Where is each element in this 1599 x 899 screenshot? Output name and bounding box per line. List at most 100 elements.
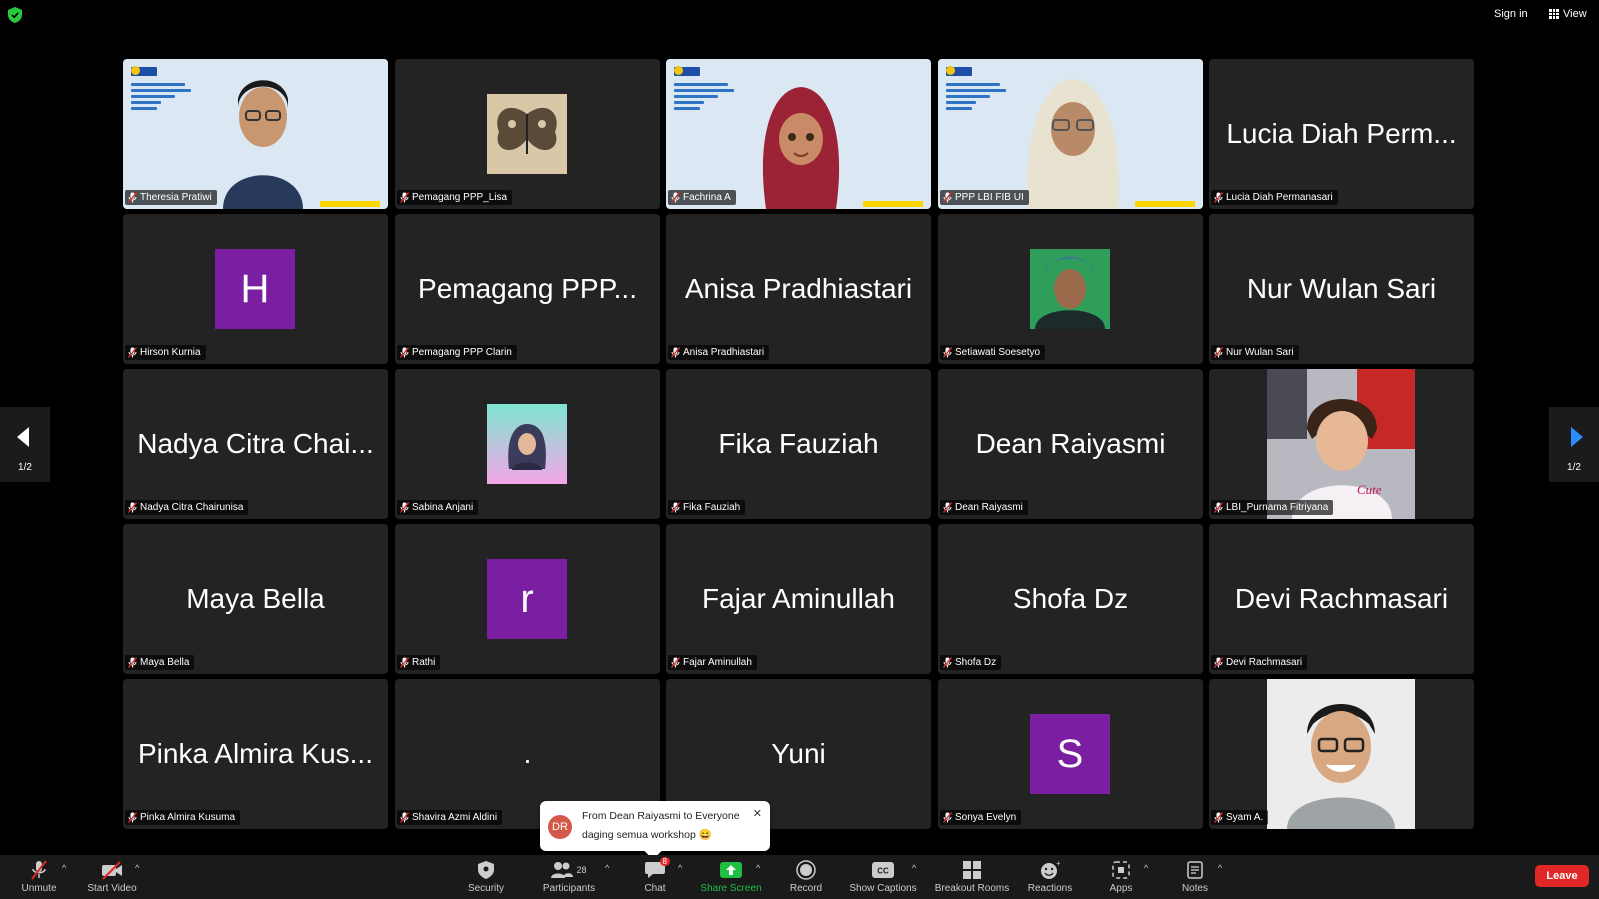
record-icon xyxy=(796,860,816,880)
participant-name-label: Shavira Azmi Aldini xyxy=(397,810,503,825)
participant-tile[interactable]: Fajar Aminullah Fajar Aminullah xyxy=(666,524,931,674)
grid-icon xyxy=(1549,9,1559,19)
participant-tile[interactable]: Shofa Dz Shofa Dz xyxy=(938,524,1203,674)
participant-tile[interactable]: Dean Raiyasmi Dean Raiyasmi xyxy=(938,369,1203,519)
participant-display-name: Nur Wulan Sari xyxy=(1246,273,1437,304)
participant-display-name: Dean Raiyasmi xyxy=(975,428,1166,459)
chat-notification[interactable]: DR From Dean Raiyasmi to Everyone daging… xyxy=(540,801,770,860)
sign-in-link[interactable]: Sign in xyxy=(1494,8,1528,20)
participant-tile[interactable]: Devi Rachmasari Devi Rachmasari xyxy=(1209,524,1474,674)
participant-tile[interactable]: Maya Bella Maya Bella xyxy=(123,524,388,674)
participant-name-label: Dean Raiyasmi xyxy=(940,500,1028,515)
participant-tile[interactable]: Sabina Anjani xyxy=(395,369,660,519)
microphone-muted-icon xyxy=(31,860,47,880)
participant-name-label: Anisa Pradhiastari xyxy=(668,345,770,360)
notes-icon xyxy=(1187,861,1203,879)
apps-options-caret[interactable]: ^ xyxy=(1144,863,1148,873)
shield-icon[interactable] xyxy=(8,7,22,23)
participant-display-name: Fajar Aminullah xyxy=(702,583,895,614)
participant-tile[interactable]: S Sonya Evelyn xyxy=(938,679,1203,829)
participant-name: Setiawati Soesetyo xyxy=(955,347,1041,358)
profile-illustration xyxy=(487,404,567,484)
chat-button[interactable]: 8 Chat xyxy=(638,857,672,894)
participant-tile[interactable]: Syam A. xyxy=(1209,679,1474,829)
microphone-muted-icon xyxy=(399,812,410,823)
participant-name: Shavira Azmi Aldini xyxy=(412,812,498,823)
breakout-rooms-icon xyxy=(963,861,981,879)
participant-name: Hirson Kurnia xyxy=(140,347,201,358)
participants-button[interactable]: 28 Participants xyxy=(538,859,600,894)
participant-name-label: Fachrina A xyxy=(668,190,736,205)
participant-video xyxy=(223,80,303,209)
participants-options-caret[interactable]: ^ xyxy=(605,863,609,873)
notes-button[interactable]: Notes xyxy=(1178,859,1212,894)
initial-avatar: S xyxy=(1030,714,1110,794)
notes-options-caret[interactable]: ^ xyxy=(1218,863,1222,873)
participant-tile[interactable]: r Rathi xyxy=(395,524,660,674)
chat-notification-message: daging semua workshop 😄 xyxy=(582,829,712,841)
participant-name: Maya Bella xyxy=(140,657,190,668)
close-icon[interactable]: ✕ xyxy=(753,807,762,820)
participant-display-name: Fika Fauziah xyxy=(718,428,879,459)
security-label: Security xyxy=(467,883,505,894)
previous-page-button[interactable]: 1/2 xyxy=(0,407,50,482)
participant-name-label: Syam A. xyxy=(1211,810,1269,825)
captions-options-caret[interactable]: ^ xyxy=(912,863,916,873)
microphone-muted-icon xyxy=(942,657,953,668)
microphone-muted-icon xyxy=(399,192,410,203)
audio-options-caret[interactable]: ^ xyxy=(62,863,66,873)
security-button[interactable]: Security xyxy=(464,859,508,894)
participant-tile[interactable]: Nadya Citra Chai... Nadya Citra Chairunis… xyxy=(123,369,388,519)
reactions-button[interactable]: + Reactions xyxy=(1024,859,1076,894)
microphone-muted-icon xyxy=(670,192,681,203)
participant-tile[interactable]: Pemagang PPP_Lisa xyxy=(395,59,660,209)
microphone-muted-icon xyxy=(670,347,681,358)
participant-tile[interactable]: Fachrina A xyxy=(666,59,931,209)
next-page-button[interactable]: 1/2 xyxy=(1549,407,1599,482)
participant-tile[interactable]: Nur Wulan Sari Nur Wulan Sari xyxy=(1209,214,1474,364)
initial-avatar: r xyxy=(487,559,567,639)
record-label: Record xyxy=(789,883,823,894)
share-options-caret[interactable]: ^ xyxy=(756,863,760,873)
participant-name-label: Nadya Citra Chairunisa xyxy=(125,500,249,515)
participant-tile[interactable]: Cute LBI_Purnama Fitriyana xyxy=(1209,369,1474,519)
top-bar: Sign in View xyxy=(0,0,1599,30)
participant-name: Fachrina A xyxy=(683,192,731,203)
participant-name: Sabina Anjani xyxy=(412,502,474,513)
participant-tile[interactable]: Setiawati Soesetyo xyxy=(938,214,1203,364)
participant-tile[interactable]: PPP LBI FIB UI xyxy=(938,59,1203,209)
participant-tile[interactable]: Anisa Pradhiastari Anisa Pradhiastari xyxy=(666,214,931,364)
initial-avatar: H xyxy=(215,249,295,329)
participant-tile[interactable]: Pinka Almira Kus... Pinka Almira Kusuma xyxy=(123,679,388,829)
video-options-caret[interactable]: ^ xyxy=(135,863,139,873)
participant-name-label: Fajar Aminullah xyxy=(668,655,757,670)
participant-name-label: Shofa Dz xyxy=(940,655,1002,670)
participants-label: Participants xyxy=(542,883,596,894)
chevron-left-icon xyxy=(17,427,29,447)
leave-button[interactable]: Leave xyxy=(1535,865,1589,887)
participant-tile[interactable]: Fika Fauziah Fika Fauziah xyxy=(666,369,931,519)
view-button[interactable]: View xyxy=(1549,8,1587,20)
show-captions-button[interactable]: CC Show Captions xyxy=(846,859,920,894)
participants-count: 28 xyxy=(576,865,587,875)
record-button[interactable]: Record xyxy=(786,859,826,894)
participant-display-name: Pinka Almira Kus... xyxy=(138,738,373,769)
participant-tile[interactable]: Lucia Diah Perm... Lucia Diah Permanasari xyxy=(1209,59,1474,209)
share-screen-button[interactable]: Share Screen xyxy=(698,859,764,894)
unmute-button[interactable]: Unmute xyxy=(14,859,64,894)
participant-name: Pinka Almira Kusuma xyxy=(140,812,236,823)
butterfly-image xyxy=(487,94,567,174)
apps-button[interactable]: Apps xyxy=(1104,859,1138,894)
participant-name: Theresia Pratiwi xyxy=(140,192,212,203)
start-video-button[interactable]: Start Video xyxy=(84,859,140,894)
microphone-muted-icon xyxy=(127,502,138,513)
participant-display-name: Shofa Dz xyxy=(1012,583,1129,614)
participant-display-name: Nadya Citra Chai... xyxy=(137,428,374,459)
participant-tile[interactable]: Theresia Pratiwi xyxy=(123,59,388,209)
profile-photo: Cute xyxy=(1267,369,1415,519)
participant-tile[interactable]: Pemagang PPP... Pemagang PPP Clarin xyxy=(395,214,660,364)
breakout-rooms-button[interactable]: Breakout Rooms xyxy=(932,859,1012,894)
chat-options-caret[interactable]: ^ xyxy=(678,863,682,873)
participant-tile[interactable]: H Hirson Kurnia xyxy=(123,214,388,364)
microphone-muted-icon xyxy=(1213,347,1224,358)
